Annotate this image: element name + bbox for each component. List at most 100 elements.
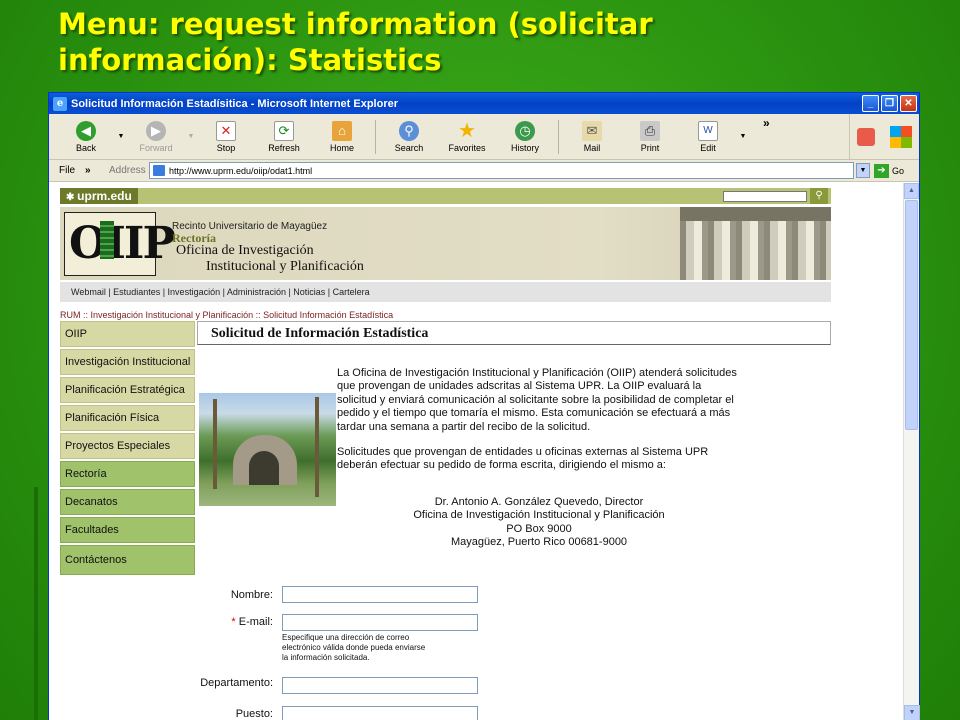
external-line: deberán efectuar su pedido de forma escr… [337, 459, 666, 472]
toolbar-separator [375, 119, 376, 154]
banner-office-line2: Institucional y Planificación [206, 259, 364, 274]
palm-trunk [315, 397, 319, 497]
address-line: Mayagüez, Puerto Rico 00681-9000 [450, 536, 628, 549]
email-label: E-mail: [238, 616, 273, 628]
palm-trunk [213, 399, 217, 489]
intro-line: solicitud y enviará comunicación al soli… [337, 393, 734, 406]
sidenav-item-proyectos[interactable]: Proyectos Especiales [60, 433, 195, 459]
minimize-button[interactable]: _ [862, 95, 879, 112]
nombre-field[interactable] [282, 586, 478, 603]
postal-address: Dr. Antonio A. González Quevedo, Directo… [349, 496, 729, 550]
menu-chevron[interactable]: » [85, 165, 109, 176]
edit-dropdown-icon[interactable]: ▼ [737, 133, 749, 140]
toolbar-separator [558, 119, 559, 154]
banner-office-line1: Oficina de Investigación [176, 243, 314, 258]
required-asterisk: * [231, 616, 236, 628]
home-icon: ⌂ [332, 120, 352, 141]
intro-line: que provengan de unidades adscritas al S… [337, 380, 702, 393]
banner-columns-image [680, 207, 831, 280]
address-line: PO Box 9000 [506, 522, 572, 535]
intro-line: tardar una semana a partir del recibo de… [337, 420, 591, 433]
history-icon: ◷ [515, 120, 535, 141]
mail-label: Mail [583, 142, 601, 153]
uprm-logo-icon: ✱ [66, 192, 78, 203]
mail-icon: ✉ [582, 120, 602, 141]
edit-button[interactable]: W Edit [679, 116, 737, 158]
print-label: Print [640, 142, 660, 153]
scroll-thumb[interactable] [905, 200, 918, 430]
site-search-input[interactable] [723, 191, 807, 202]
departamento-field[interactable] [282, 677, 478, 694]
search-icon: ⚲ [399, 120, 419, 141]
sidenav-item-rectoria[interactable]: Rectoría [60, 461, 195, 487]
uprm-logo[interactable]: ✱ uprm.edu [60, 188, 138, 204]
back-dropdown-icon[interactable]: ▼ [115, 133, 127, 140]
stop-button[interactable]: ✕ Stop [197, 116, 255, 158]
address-input[interactable]: http://www.uprm.edu/oiip/odat1.html [149, 162, 854, 179]
sidenav-item-planificacion-estrategica[interactable]: Planificación Estratégica [60, 377, 195, 403]
page-viewport: ✱ uprm.edu ⚲ OIIP Recinto Universitario … [49, 183, 905, 720]
sidenav-item-investigacion[interactable]: Investigación Institucional [60, 349, 195, 375]
site-banner: OIIP Recinto Universitario de Mayagüez R… [60, 207, 831, 280]
site-topbar: ✱ uprm.edu ⚲ [60, 188, 831, 204]
file-menu[interactable]: File [59, 165, 85, 176]
refresh-button[interactable]: ⟳ Refresh [255, 116, 313, 158]
window-titlebar[interactable]: e Solicitud Información Estadísitica - M… [49, 93, 919, 114]
content-header-box: Solicitud de Información Estadística [197, 321, 831, 345]
sidenav-item-contactenos[interactable]: Contáctenos [60, 545, 195, 575]
forward-label: Forward [139, 142, 173, 153]
address-dropdown-icon[interactable]: ▼ [856, 163, 870, 178]
go-button[interactable]: ➔ Go [874, 163, 904, 178]
back-arrow-icon: ◀ [76, 120, 96, 141]
scroll-down-icon[interactable]: ▼ [904, 705, 920, 720]
search-label: Search [394, 142, 424, 153]
back-label: Back [75, 142, 96, 153]
intro-line: pedido y el tiempo que tomaría el mismo.… [337, 407, 731, 420]
back-button[interactable]: ◀ Back [57, 116, 115, 158]
oiip-logo-text: OIIP [69, 218, 176, 269]
sidenav-item-planificacion-fisica[interactable]: Planificación Física [60, 405, 195, 431]
history-button[interactable]: ◷ History [496, 116, 554, 158]
address-url: http://www.uprm.edu/oiip/odat1.html [169, 165, 313, 176]
email-hint-line: la información solicitada. [282, 653, 370, 662]
close-button[interactable]: ✕ [900, 95, 917, 112]
site-top-nav[interactable]: Webmail | Estudiantes | Investigación | … [60, 282, 831, 302]
refresh-label: Refresh [268, 142, 300, 153]
campus-photo [199, 393, 336, 506]
search-button[interactable]: ⚲ Search [380, 116, 438, 158]
favorites-star-icon: ★ [458, 120, 476, 142]
print-icon: ⎙ [640, 120, 660, 141]
favorites-label: Favorites [448, 142, 486, 153]
nombre-label: Nombre: [230, 589, 273, 601]
forward-dropdown-icon[interactable]: ▼ [185, 133, 197, 140]
home-button[interactable]: ⌂ Home [313, 116, 371, 158]
vertical-scrollbar[interactable]: ▲ ▼ [903, 183, 920, 720]
mail-button[interactable]: ✉ Mail [563, 116, 621, 158]
print-button[interactable]: ⎙ Print [621, 116, 679, 158]
scroll-up-icon[interactable]: ▲ [904, 183, 919, 199]
puesto-field[interactable] [282, 706, 478, 720]
favorites-button[interactable]: ★ Favorites [438, 116, 496, 158]
sidenav-item-facultades[interactable]: Facultades [60, 517, 195, 543]
external-line: Solicitudes que provengan de entidades u… [337, 446, 709, 458]
sidenav-item-decanatos[interactable]: Decanatos [60, 489, 195, 515]
page-icon [153, 165, 165, 176]
site-search-icon[interactable]: ⚲ [810, 188, 828, 204]
refresh-icon: ⟳ [274, 120, 294, 141]
ie-logo-icon: e [53, 96, 67, 111]
breadcrumb[interactable]: RUM :: Investigación Institucional y Pla… [60, 310, 393, 320]
uprm-logo-text: uprm.edu [77, 189, 132, 203]
toolbar-chevron[interactable]: » [763, 116, 770, 130]
page-title: Solicitud de Información Estadística [211, 326, 429, 341]
restore-button[interactable]: ❐ [881, 95, 898, 112]
toolbar-right-area [849, 114, 919, 160]
home-label: Home [329, 142, 354, 153]
history-label: History [510, 142, 539, 153]
side-nav: OIIP Investigación Institucional Planifi… [60, 321, 195, 577]
external-paragraph: Solicitudes que provengan de entidades u… [337, 446, 747, 473]
forward-button[interactable]: ▶ Forward [127, 116, 185, 158]
messenger-icon[interactable] [857, 128, 876, 146]
email-field[interactable] [282, 614, 478, 631]
sidenav-item-oiip[interactable]: OIIP [60, 321, 195, 347]
browser-toolbar: ◀ Back ▼ ▶ Forward ▼ ✕ Stop ⟳ Refresh ⌂ … [49, 114, 919, 160]
